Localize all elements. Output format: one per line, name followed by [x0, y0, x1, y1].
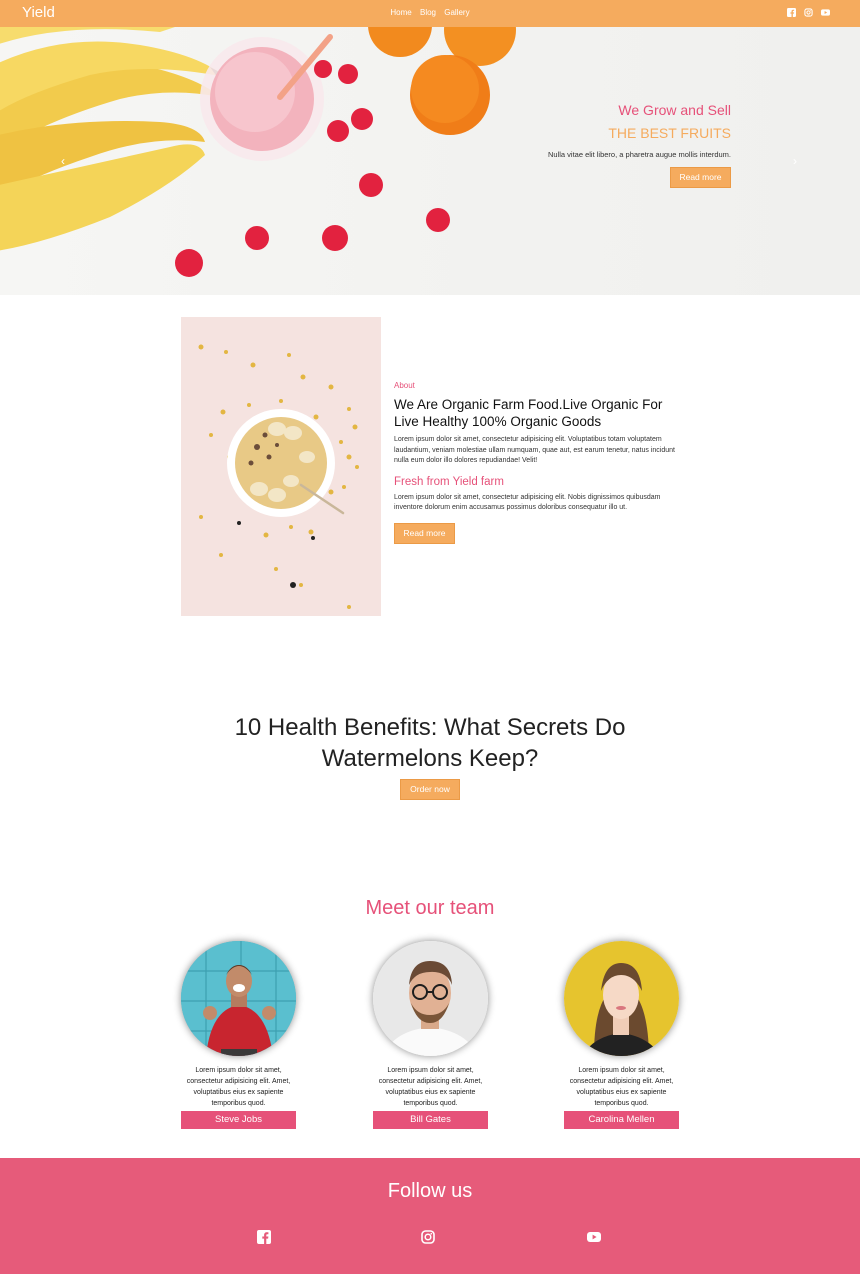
avatar [373, 941, 488, 1056]
carousel-next-icon[interactable]: › [793, 154, 797, 168]
team-member-bio: Lorem ipsum dolor sit amet, consectetur … [569, 1067, 674, 1107]
nav-links: Home Blog Gallery [0, 8, 860, 17]
about-section: About We Are Organic Farm Food.Live Orga… [394, 381, 684, 544]
promo-section: 10 Health Benefits: What Secrets Do Wate… [0, 712, 860, 800]
youtube-icon[interactable] [821, 8, 830, 17]
team-member-name-button[interactable]: Steve Jobs [181, 1111, 296, 1129]
avatar [564, 941, 679, 1056]
team-title: Meet our team [365, 897, 495, 919]
team-member-name-button[interactable]: Carolina Mellen [564, 1111, 679, 1129]
youtube-icon[interactable] [587, 1230, 601, 1244]
avatar [181, 941, 296, 1056]
about-subtitle: Fresh from Yield farm [394, 475, 504, 488]
nav-home-link[interactable]: Home [390, 8, 411, 17]
about-title: We Are Organic Farm Food.Live Organic Fo… [394, 397, 663, 429]
about-tag: About [394, 381, 415, 390]
instagram-icon[interactable] [804, 8, 813, 17]
team-member-bio: Lorem ipsum dolor sit amet, consectetur … [186, 1067, 291, 1107]
hero-carousel: ‹ › We Grow and Sell THE BEST FRUITS Nul… [0, 27, 860, 295]
instagram-icon[interactable] [421, 1230, 435, 1244]
navbar: Yield Home Blog Gallery [0, 0, 860, 27]
about-read-more-button[interactable]: Read more [394, 522, 455, 544]
hero-title-line1: We Grow and Sell [618, 102, 731, 118]
nav-gallery-link[interactable]: Gallery [444, 8, 469, 17]
team-member-card: Lorem ipsum dolor sit amet, consectetur … [564, 941, 679, 1129]
carousel-prev-icon[interactable]: ‹ [61, 154, 65, 168]
facebook-icon[interactable] [257, 1230, 271, 1244]
about-paragraph: Lorem ipsum dolor sit amet, consectetur … [394, 436, 675, 464]
footer: Follow us [0, 1158, 860, 1274]
social-links-top [787, 8, 830, 17]
facebook-icon[interactable] [787, 8, 796, 17]
hero-text: Nulla vitae elit libero, a pharetra augu… [547, 150, 731, 159]
team-member-bio: Lorem ipsum dolor sit amet, consectetur … [378, 1067, 483, 1107]
hero-caption: We Grow and Sell THE BEST FRUITS Nulla v… [548, 102, 731, 188]
team-member-name-button[interactable]: Bill Gates [373, 1111, 488, 1129]
about-paragraph-2: Lorem ipsum dolor sit amet, consectetur … [394, 493, 661, 512]
hero-title-line2: THE BEST FRUITS [608, 125, 731, 141]
about-image [181, 317, 381, 616]
hero-image [0, 27, 516, 277]
nav-blog-link[interactable]: Blog [420, 8, 436, 17]
footer-title: Follow us [387, 1180, 473, 1202]
team-member-card: Lorem ipsum dolor sit amet, consectetur … [373, 941, 488, 1129]
promo-title: 10 Health Benefits: What Secrets Do Wate… [234, 714, 626, 772]
team-member-card: Lorem ipsum dolor sit amet, consectetur … [181, 941, 296, 1129]
hero-read-more-button[interactable]: Read more [670, 167, 731, 188]
order-now-button[interactable]: Order now [400, 779, 460, 800]
